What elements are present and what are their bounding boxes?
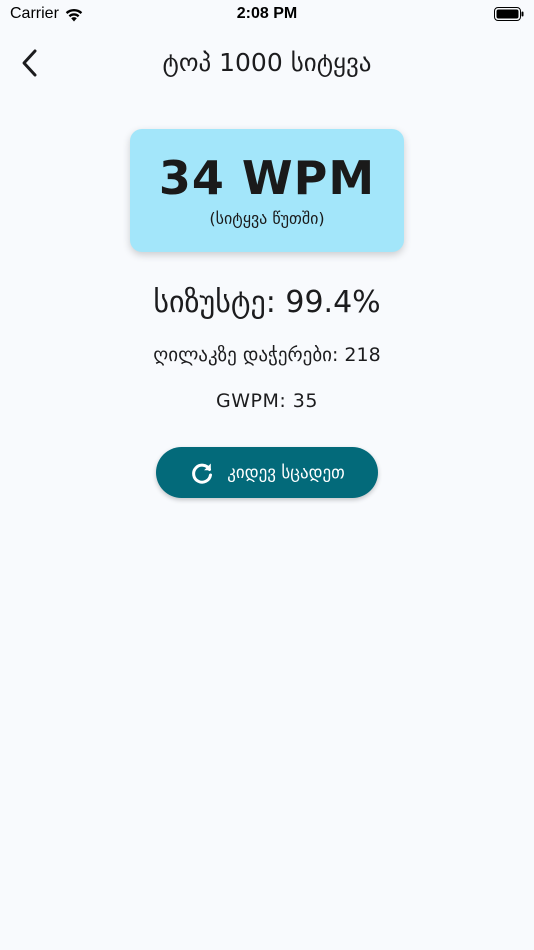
page-title: ტოპ 1000 სიტყვა — [162, 48, 372, 77]
navigation-bar: ტოპ 1000 სიტყვა — [0, 40, 534, 86]
refresh-icon — [192, 463, 213, 484]
wpm-value: 34 WPM — [158, 151, 376, 205]
gwpm-text: GWPM: 35 — [216, 390, 318, 412]
keystrokes-text: ღილაკზე დაჭერები: 218 — [153, 344, 381, 366]
accuracy-text: სიზუსტე: 99.4% — [153, 285, 381, 320]
status-bar: Carrier 2:08 PM — [0, 0, 534, 30]
battery-icon — [494, 7, 524, 21]
wpm-caption: (სიტყვა წუთში) — [209, 209, 325, 228]
status-time: 2:08 PM — [236, 5, 298, 22]
retry-button[interactable]: კიდევ სცადეთ — [156, 447, 378, 498]
retry-label: კიდევ სცადეთ — [227, 462, 345, 483]
wpm-result-card: 34 WPM (სიტყვა წუთში) — [130, 129, 404, 252]
